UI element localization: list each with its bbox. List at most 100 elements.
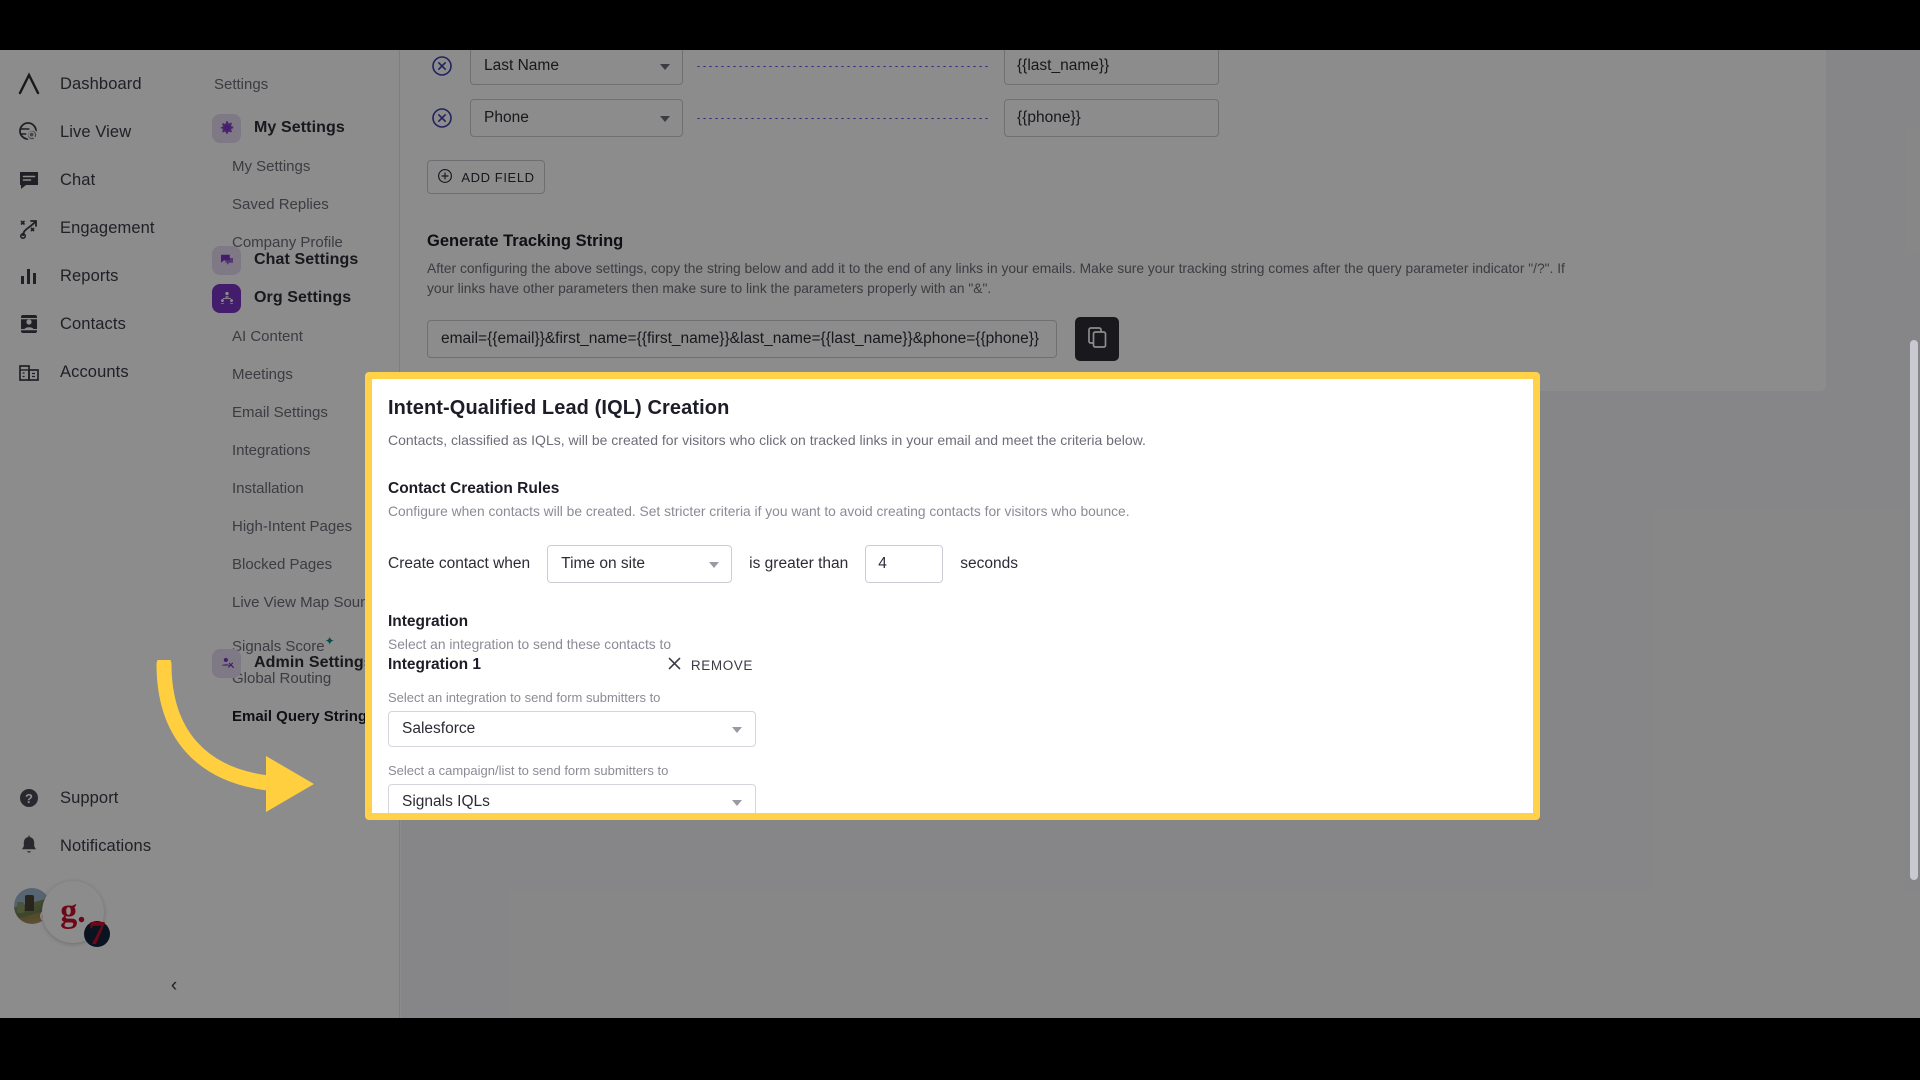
sidebar-item-dashboard[interactable]: Dashboard	[0, 60, 200, 108]
contact-creation-rules-title: Contact Creation Rules	[388, 480, 560, 497]
copy-icon	[1085, 325, 1109, 354]
app-rail-nav: Dashboard Live View Chat Engagement Repo…	[0, 60, 200, 396]
chevron-left-icon: ‹	[170, 975, 178, 996]
sidebar-item-accounts[interactable]: Accounts	[0, 348, 200, 396]
settings-group-label: Chat Settings	[254, 251, 359, 268]
integration-select-label: Select an integration to send form submi…	[388, 690, 661, 705]
settings-group-label: Org Settings	[254, 289, 352, 306]
rule-threshold-input[interactable]: 4	[865, 545, 944, 583]
bell-icon	[14, 831, 44, 861]
sidebar-item-label: Support	[60, 788, 119, 807]
sidebar-item-label: Engagement	[60, 218, 155, 237]
rule-unit-label: seconds	[960, 555, 1018, 572]
sidebar-item-contacts[interactable]: Contacts	[0, 300, 200, 348]
settings-nav-item-my-settings[interactable]: My Settings	[200, 148, 400, 186]
notification-count-badge: 7	[84, 917, 110, 951]
settings-group-header-org-settings[interactable]: Org Settings	[200, 278, 400, 318]
integration-select[interactable]: Salesforce	[388, 711, 756, 747]
chevron-down-icon	[660, 64, 670, 70]
settings-group-label: Admin Settings	[254, 654, 373, 671]
chevron-down-icon	[709, 562, 720, 568]
sidebar-item-support[interactable]: ? Support	[0, 774, 200, 822]
sidebar-item-label: Live View	[60, 122, 132, 141]
rule-condition-select[interactable]: Time on site	[547, 545, 733, 583]
tracking-string-row: email={{email}}&first_name={{first_name}…	[427, 317, 1800, 361]
sidebar-item-engagement[interactable]: Engagement	[0, 204, 200, 252]
g2-badge-letter: g.	[60, 893, 86, 930]
letterbox-top	[0, 0, 1920, 50]
sidebar-item-reports[interactable]: Reports	[0, 252, 200, 300]
org-settings-icon	[212, 283, 241, 313]
admin-settings-icon	[212, 648, 241, 678]
iql-card-body: Intent-Qualified Lead (IQL) Creation Con…	[372, 379, 1533, 813]
settings-nav-item-ai-content[interactable]: AI Content	[200, 318, 400, 356]
remove-label: REMOVE	[690, 657, 753, 673]
add-field-button[interactable]: ADD FIELD	[427, 160, 545, 194]
settings-group-chat-settings: Chat Settings	[200, 240, 400, 280]
contact-creation-rules-description: Configure when contacts will be created.…	[388, 504, 1130, 519]
contact-creation-rule-row: Create contact when Time on site is grea…	[388, 545, 1511, 583]
settings-nav-title: Settings	[214, 76, 269, 93]
sidebar-item-notifications[interactable]: Notifications	[0, 822, 200, 870]
plus-circle-icon	[437, 168, 453, 187]
sidebar-item-chat[interactable]: Chat	[0, 156, 200, 204]
sidebar-item-label: Chat	[60, 170, 96, 189]
collapse-sidebar-button[interactable]: ‹	[162, 974, 186, 998]
settings-group-header-my-settings[interactable]: My Settings	[200, 108, 400, 148]
remove-field-icon[interactable]	[427, 103, 457, 133]
campaign-select-label: Select a campaign/list to send form subm…	[388, 763, 669, 778]
campaign-select-value: Signals IQLs	[402, 793, 490, 810]
vertical-scrollbar[interactable]	[1910, 340, 1918, 880]
globe-search-icon	[14, 117, 44, 147]
contact-card-icon	[14, 309, 44, 339]
campaign-select[interactable]: Signals IQLs	[388, 784, 756, 813]
chevron-down-icon	[732, 727, 742, 733]
svg-text:?: ?	[25, 791, 33, 806]
field-value-input[interactable]: {{last_name}}	[1004, 47, 1219, 85]
app-rail: Dashboard Live View Chat Engagement Repo…	[0, 0, 200, 1080]
field-value-input[interactable]: {{phone}}	[1004, 99, 1219, 137]
help-circle-icon: ?	[14, 783, 44, 813]
settings-group-label: My Settings	[254, 119, 345, 136]
field-select-value: Phone	[484, 109, 529, 126]
integration-description: Select an integration to send these cont…	[388, 637, 672, 652]
rule-middle-label: is greater than	[749, 555, 849, 572]
rule-condition-value: Time on site	[561, 555, 646, 572]
sidebar-item-label: Contacts	[60, 314, 126, 333]
integration-title: Integration	[388, 613, 469, 630]
sidebar-item-label: Dashboard	[60, 74, 142, 93]
sidebar-item-label: Reports	[60, 266, 119, 285]
settings-group-header-chat-settings[interactable]: Chat Settings	[200, 240, 400, 280]
settings-nav-item-saved-replies[interactable]: Saved Replies	[200, 186, 400, 224]
close-x-icon	[667, 656, 682, 674]
remove-field-icon[interactable]	[427, 51, 457, 81]
remove-integration-button[interactable]: REMOVE	[667, 656, 753, 674]
tracking-string-value: email={{email}}&first_name={{first_name}…	[441, 330, 1040, 347]
settings-group-my-settings: My Settings My Settings Saved Replies Co…	[200, 108, 400, 262]
engagement-path-icon	[14, 213, 44, 243]
email-query-string-card: First Name {{first_name}} Last Name	[401, 0, 1826, 391]
sidebar-item-label: Accounts	[60, 362, 129, 381]
logo-chevron-icon	[14, 69, 44, 99]
iql-creation-card: Intent-Qualified Lead (IQL) Creation Con…	[365, 372, 1540, 820]
iql-title: Intent-Qualified Lead (IQL) Creation	[388, 397, 730, 419]
sidebar-item-live-view[interactable]: Live View	[0, 108, 200, 156]
chat-bubble-icon	[14, 165, 44, 195]
field-select[interactable]: Last Name	[470, 47, 683, 85]
rule-prefix-label: Create contact when	[388, 555, 531, 572]
tracking-string-input[interactable]: email={{email}}&first_name={{first_name}…	[427, 320, 1057, 358]
sidebar-item-label: Notifications	[60, 836, 152, 855]
app-screen: Dashboard Live View Chat Engagement Repo…	[0, 0, 1920, 1080]
bar-chart-icon	[14, 261, 44, 291]
copy-tracking-string-button[interactable]	[1075, 317, 1119, 361]
gear-icon	[212, 113, 241, 143]
connector-dots	[695, 65, 990, 67]
g2-badge[interactable]: g. 7	[42, 881, 110, 951]
integration-row: Integration 1 REMOVE	[388, 656, 753, 674]
field-select[interactable]: Phone	[470, 99, 683, 137]
chevron-down-icon	[660, 116, 670, 122]
add-field-label: ADD FIELD	[461, 169, 535, 185]
field-row: Phone {{phone}}	[427, 92, 1800, 144]
iql-description: Contacts, classified as IQLs, will be cr…	[388, 432, 1146, 448]
integration-name: Integration 1	[388, 656, 482, 673]
